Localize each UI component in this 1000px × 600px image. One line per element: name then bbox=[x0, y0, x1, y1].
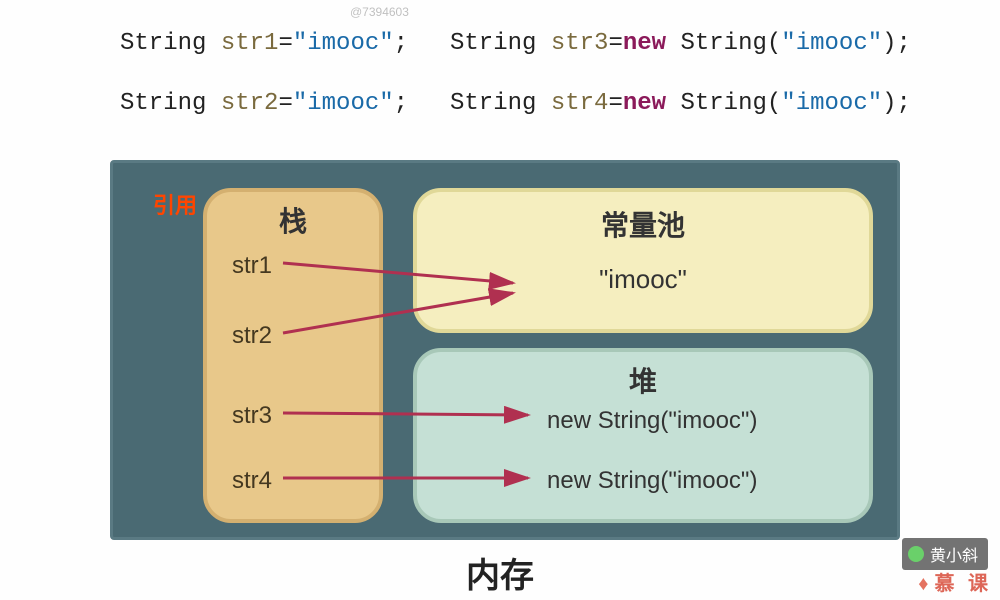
site-watermark: 慕 课 bbox=[918, 567, 992, 596]
watermark-text: @7394603 bbox=[350, 5, 409, 19]
stack-item-str1: str1 bbox=[232, 252, 272, 280]
heap-item-2: new String("imooc") bbox=[547, 467, 757, 495]
memory-caption: 内存 bbox=[0, 548, 1000, 597]
heap-box: 堆 new String("imooc") new String("imooc"… bbox=[413, 348, 873, 523]
constant-pool-title: 常量池 bbox=[417, 204, 869, 244]
stack-item-str4: str4 bbox=[232, 467, 272, 495]
stack-item-str2: str2 bbox=[232, 322, 272, 350]
stack-title: 栈 bbox=[207, 200, 379, 240]
stack-item-str3: str3 bbox=[232, 402, 272, 430]
code-line-2: String str2=imooc; bbox=[120, 90, 408, 117]
code-line-1: String str1=imooc; bbox=[120, 30, 408, 57]
heap-title: 堆 bbox=[417, 360, 869, 400]
constant-pool-value: "imooc" bbox=[417, 264, 869, 295]
constant-pool-box: 常量池 "imooc" bbox=[413, 188, 873, 333]
code-line-3: String str3=new String(imooc); bbox=[450, 30, 911, 57]
code-line-4: String str4=new String(imooc); bbox=[450, 90, 911, 117]
memory-diagram: 引用 栈 str1 str2 str3 str4 常量池 "imooc" 堆 n… bbox=[110, 160, 900, 540]
reference-label: 引用 bbox=[153, 188, 197, 220]
stack-box: 栈 str1 str2 str3 str4 bbox=[203, 188, 383, 523]
heap-item-1: new String("imooc") bbox=[547, 407, 757, 435]
author-badge: 黄小斜 bbox=[902, 538, 988, 570]
